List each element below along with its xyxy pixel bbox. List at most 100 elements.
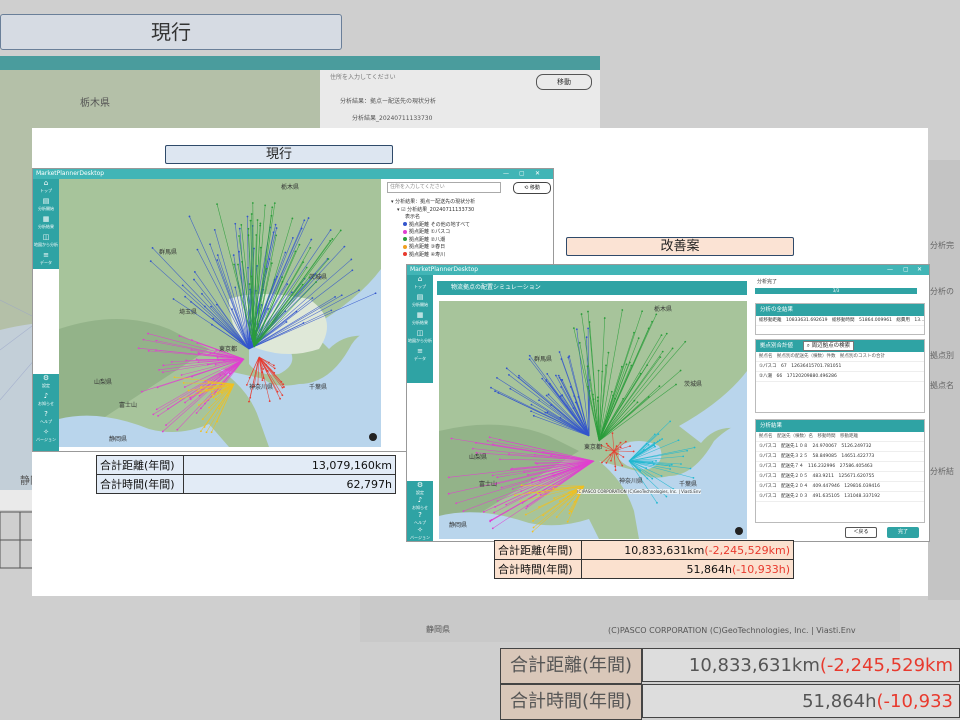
table-row[interactable]: ②八潮 66 17120209880.496286 <box>756 372 924 382</box>
destination-point <box>597 369 600 372</box>
destination-point <box>204 389 207 392</box>
sidebar-item-notice[interactable]: ♪ お知らせ <box>33 392 59 410</box>
tree-layer-2[interactable]: 拠点距離 ①パスコ <box>391 229 551 237</box>
sidebar-item-help[interactable]: ? ヘルプ <box>407 511 433 526</box>
destination-point <box>567 356 570 359</box>
destination-point <box>531 477 533 480</box>
minimize-icon[interactable]: — <box>503 169 509 179</box>
sidebar-item-top[interactable]: ⌂ トップ <box>407 275 433 293</box>
destination-point <box>610 459 612 462</box>
close-icon[interactable]: ✕ <box>535 169 540 179</box>
destination-point <box>249 219 252 222</box>
destination-point <box>651 477 654 480</box>
destination-point <box>305 266 308 269</box>
destination-point <box>566 520 569 523</box>
help-icon: ? <box>418 511 422 519</box>
current-route-map[interactable]: 栃木県 群馬県 茨城県 埼玉県 東京都 千葉県 神奈川県 山梨県 静岡県 富士山 <box>59 179 381 447</box>
table-row[interactable]: ①パスコ 67 12636415701.781051 <box>756 362 924 372</box>
maximize-icon[interactable]: ▢ <box>519 169 525 179</box>
destination-point <box>612 394 614 397</box>
sidebar-item-start[interactable]: ▤ 分析開始 <box>33 197 59 215</box>
tree-root[interactable]: ▾ 分析結果：拠点ー配送先の現状分析 <box>391 199 551 207</box>
destination-point <box>622 456 625 458</box>
destination-point <box>447 476 450 479</box>
label-gunma: 群馬県 <box>159 248 177 256</box>
maximize-icon[interactable]: ▢ <box>903 265 909 275</box>
destination-point <box>217 358 220 361</box>
layer-color-icon <box>403 222 407 226</box>
nearby-search-button[interactable]: ⌕ 周辺拠点の検索 <box>802 341 855 351</box>
table-row[interactable]: ①パスコ 配送先２０３ 491.635105 131048.337192 <box>756 492 924 502</box>
destination-point <box>561 379 564 381</box>
bg-distance-row: 合計距離(年間) 10,833,631km(-2,245,529km <box>500 648 960 684</box>
table-row[interactable]: ①パスコ 配送先２０４ 409.447946 129816.039416 <box>756 482 924 492</box>
back-button[interactable]: ＜戻る <box>845 527 877 538</box>
destination-point <box>524 513 527 516</box>
destination-point <box>628 361 631 364</box>
destination-point <box>455 502 458 505</box>
destination-point <box>553 497 556 500</box>
sidebar-item-data[interactable]: ≡ データ <box>407 347 433 365</box>
tree-layer-4[interactable]: 拠点距離 ③春日 <box>391 244 551 252</box>
destination-point <box>162 364 165 367</box>
finish-button[interactable]: 完了 <box>887 527 919 538</box>
sidebar-item-help[interactable]: ? ヘルプ <box>33 410 59 428</box>
destination-point <box>284 251 287 254</box>
table-row[interactable]: ①パスコ 配送先７４ 116.232996 27586.405463 <box>756 462 924 472</box>
destination-point <box>189 398 192 401</box>
destination-point <box>198 394 201 397</box>
tree-layer-3[interactable]: 拠点距離 ②八潮 <box>391 237 551 245</box>
table-row[interactable]: ①パスコ 配送先１０８ 24.970067 5126.249732 <box>756 442 924 452</box>
sidebar-item-results[interactable]: ▦ 分析結果 <box>407 311 433 329</box>
sidebar-item-settings[interactable]: ⚙ 設定 <box>407 481 433 496</box>
destination-point <box>291 236 294 239</box>
destination-point <box>658 439 661 442</box>
destination-point <box>632 450 635 453</box>
tree-layer-1[interactable]: 拠点距離 その他の地すべて <box>391 222 551 230</box>
destination-point <box>630 364 633 367</box>
destination-point <box>238 250 240 253</box>
sidebar-item-version[interactable]: ✧ バージョン <box>33 428 59 446</box>
destination-point <box>303 219 306 222</box>
tree-result[interactable]: ▾ ☑ 分析結果_20240711133730 <box>391 207 551 215</box>
destination-point <box>149 260 152 263</box>
table-row[interactable]: ①パスコ 配送先２０５ 483.9211 125671.620755 <box>756 472 924 482</box>
sidebar-item-start[interactable]: ▤ 分析開始 <box>407 293 433 311</box>
address-search-input[interactable]: 住所を入力してください <box>387 182 501 193</box>
destination-point <box>259 246 262 249</box>
sidebar-item-map-analysis[interactable]: ◫ 地図から分析 <box>33 233 59 251</box>
sidebar-item-map-analysis[interactable]: ◫ 地図から分析 <box>407 329 433 347</box>
destination-point <box>274 223 277 226</box>
close-icon[interactable]: ✕ <box>917 265 922 275</box>
destination-point <box>207 381 210 384</box>
destination-point <box>281 394 284 397</box>
minimize-icon[interactable]: — <box>887 265 893 275</box>
destination-point <box>614 469 617 472</box>
sidebar-item-data[interactable]: ≡ データ <box>33 251 59 269</box>
destination-point <box>491 474 494 477</box>
destination-point <box>490 519 493 521</box>
destination-point <box>218 404 220 407</box>
destination-point <box>601 461 603 464</box>
destination-point <box>216 254 219 257</box>
destination-point <box>532 414 535 417</box>
move-button[interactable]: ⟲ 移動 <box>513 182 551 194</box>
sidebar-item-top[interactable]: ⌂ トップ <box>33 179 59 197</box>
sidebar-item-notice[interactable]: ♪ お知らせ <box>407 496 433 511</box>
destination-point <box>294 250 297 253</box>
destination-point <box>636 401 639 404</box>
destination-point <box>271 206 274 209</box>
destination-point <box>172 298 175 300</box>
destination-point <box>262 368 265 370</box>
sidebar-item-version[interactable]: ✧ バージョン <box>407 526 433 541</box>
destination-point <box>661 350 664 353</box>
sidebar-item-settings[interactable]: ⚙ 設定 <box>33 374 59 392</box>
improved-route-map[interactable]: 栃木県 群馬県 茨城県 東京都 千葉県 神奈川県 山梨県 静岡県 富士山 <box>439 301 747 539</box>
destination-point <box>514 494 516 497</box>
tree-layer-5[interactable]: 拠点距離 ④寿川 <box>391 252 551 260</box>
destination-point <box>538 399 540 402</box>
sidebar-top: ⌂ トップ ▤ 分析開始 ▦ 分析結果 ◫ 地図から分析 ≡ データ <box>407 275 433 383</box>
table-row[interactable]: ①パスコ 配送先３２５ 58.849085 14651.422773 <box>756 452 924 462</box>
sidebar-item-results[interactable]: ▦ 分析結果 <box>33 215 59 233</box>
destination-point <box>279 397 281 400</box>
